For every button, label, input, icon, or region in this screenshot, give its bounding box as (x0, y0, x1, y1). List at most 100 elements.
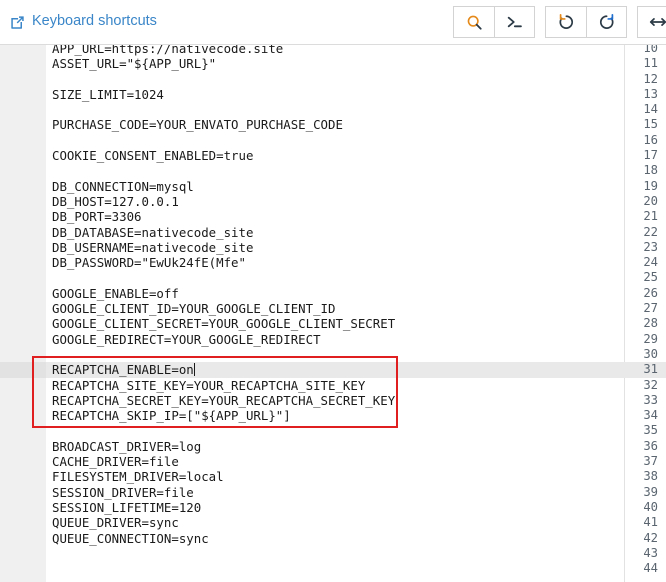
line-number-cell (0, 408, 46, 423)
code-text: BROADCAST_DRIVER=log (52, 439, 201, 454)
line-number: 27 (643, 301, 658, 316)
wrap-button[interactable] (637, 6, 666, 38)
line-number: 23 (643, 240, 658, 255)
code-line[interactable]: 11ASSET_URL="${APP_URL}" (0, 56, 666, 71)
code-line[interactable]: 25 (0, 270, 666, 285)
keyboard-shortcuts-link[interactable]: Keyboard shortcuts (10, 11, 157, 31)
code-editor[interactable]: 10 APP_URL=https://nativecode.site11ASSET… (0, 45, 666, 582)
line-number-cell (0, 117, 46, 132)
code-text: GOOGLE_CLIENT_ID=YOUR_GOOGLE_CLIENT_ID (52, 301, 335, 316)
code-line[interactable]: 14 (0, 102, 666, 117)
line-number-cell (0, 454, 46, 469)
code-line[interactable]: 24 DB_PASSWORD="EwUk24fE(Mfe" (0, 255, 666, 270)
code-text: CACHE_DRIVER=file (52, 454, 179, 469)
code-editor-page: Keyboard shortcuts (0, 0, 666, 582)
undo-icon (557, 13, 575, 31)
line-number: 44 (643, 561, 658, 576)
code-text: QUEUE_CONNECTION=sync (52, 531, 209, 546)
redo-icon (598, 13, 616, 31)
code-text: RECAPTCHA_ENABLE=on (52, 362, 195, 377)
code-line[interactable]: 37CACHE_DRIVER=file (0, 454, 666, 469)
code-line[interactable]: 38FILESYSTEM_DRIVER=local (0, 469, 666, 484)
search-button[interactable] (453, 6, 494, 38)
console-button[interactable] (494, 6, 535, 38)
line-number: 43 (643, 546, 658, 561)
line-number-cell (0, 515, 46, 530)
arrows-horizontal-icon (648, 15, 666, 29)
line-number-cell (0, 45, 46, 56)
code-line[interactable]: 35 (0, 423, 666, 438)
code-line[interactable]: 26GOOGLE_ENABLE=off (0, 286, 666, 301)
line-number-cell (0, 102, 46, 117)
line-number: 21 (643, 209, 658, 224)
line-number: 19 (643, 179, 658, 194)
line-number-cell (0, 316, 46, 331)
code-line[interactable]: 42 QUEUE_CONNECTION=sync (0, 531, 666, 546)
code-line[interactable]: 31 RECAPTCHA_ENABLE=on (0, 362, 666, 377)
code-line[interactable]: 43 (0, 546, 666, 561)
code-line[interactable]: 27 GOOGLE_CLIENT_ID=YOUR_GOOGLE_CLIENT_ID (0, 301, 666, 316)
line-number: 28 (643, 316, 658, 331)
code-line[interactable]: 19DB_CONNECTION=mysql (0, 179, 666, 194)
code-line[interactable]: 15 PURCHASE_CODE=YOUR_ENVATO_PURCHASE_COD… (0, 117, 666, 132)
undo-button[interactable] (545, 6, 586, 38)
text-cursor (194, 363, 195, 376)
line-number: 32 (643, 378, 658, 393)
code-line[interactable]: 30 (0, 347, 666, 362)
line-number: 42 (643, 531, 658, 546)
line-number-cell (0, 87, 46, 102)
code-text: RECAPTCHA_SKIP_IP=["${APP_URL}"] (52, 408, 291, 423)
code-line[interactable]: 44 (0, 561, 666, 576)
code-line[interactable]: 41QUEUE_DRIVER=sync (0, 515, 666, 530)
code-line[interactable]: 34RECAPTCHA_SKIP_IP=["${APP_URL}"] (0, 408, 666, 423)
code-line[interactable]: 40 SESSION_LIFETIME=120 (0, 500, 666, 515)
code-line[interactable]: 10 APP_URL=https://nativecode.site (0, 45, 666, 56)
code-text: DB_PORT=3306 (52, 209, 142, 224)
line-number: 18 (643, 163, 658, 178)
line-number: 15 (643, 117, 658, 132)
line-number-cell (0, 270, 46, 285)
code-text: GOOGLE_CLIENT_SECRET=YOUR_GOOGLE_CLIENT_… (52, 316, 395, 331)
code-line[interactable]: 22DB_DATABASE=nativecode_site (0, 225, 666, 240)
code-line[interactable]: 21 DB_PORT=3306 (0, 209, 666, 224)
code-line[interactable]: 28 GOOGLE_CLIENT_SECRET=YOUR_GOOGLE_CLIEN… (0, 316, 666, 331)
line-number-cell (0, 286, 46, 301)
code-line[interactable]: 36 BROADCAST_DRIVER=log (0, 439, 666, 454)
line-number: 24 (643, 255, 658, 270)
line-number: 10 (643, 45, 658, 56)
code-line[interactable]: 12 (0, 72, 666, 87)
code-line[interactable]: 13SIZE_LIMIT=1024 (0, 87, 666, 102)
line-number-cell (0, 561, 46, 576)
code-text: SESSION_LIFETIME=120 (52, 500, 201, 515)
code-text: DB_PASSWORD="EwUk24fE(Mfe" (52, 255, 246, 270)
code-text: FILESYSTEM_DRIVER=local (52, 469, 224, 484)
code-line[interactable]: 39SESSION_DRIVER=file (0, 485, 666, 500)
line-number: 31 (643, 362, 658, 377)
code-line[interactable]: 32RECAPTCHA_SITE_KEY=YOUR_RECAPTCHA_SITE… (0, 378, 666, 393)
line-number: 36 (643, 439, 658, 454)
redo-button[interactable] (586, 6, 627, 38)
line-number: 40 (643, 500, 658, 515)
code-line[interactable]: 18 (0, 163, 666, 178)
line-number: 29 (643, 332, 658, 347)
code-line[interactable]: 16 (0, 133, 666, 148)
code-text: GOOGLE_ENABLE=off (52, 286, 179, 301)
line-number: 25 (643, 270, 658, 285)
code-text: DB_HOST=127.0.0.1 (52, 194, 179, 209)
line-number-cell (0, 439, 46, 454)
code-line[interactable]: 23DB_USERNAME=nativecode_site (0, 240, 666, 255)
editor-toolbar: Keyboard shortcuts (0, 0, 666, 45)
search-icon (466, 14, 483, 31)
line-number-cell (0, 179, 46, 194)
code-lines[interactable]: 10 APP_URL=https://nativecode.site11ASSET… (0, 45, 666, 576)
line-number-cell (0, 423, 46, 438)
code-line[interactable]: 33RECAPTCHA_SECRET_KEY=YOUR_RECAPTCHA_SE… (0, 393, 666, 408)
code-text: APP_URL=https://nativecode.site (52, 45, 283, 56)
line-number: 17 (643, 148, 658, 163)
code-line[interactable]: 17COOKIE_CONSENT_ENABLED=true (0, 148, 666, 163)
code-text: PURCHASE_CODE=YOUR_ENVATO_PURCHASE_CODE (52, 117, 343, 132)
code-line[interactable]: 29GOOGLE_REDIRECT=YOUR_GOOGLE_REDIRECT (0, 332, 666, 347)
code-line[interactable]: 20DB_HOST=127.0.0.1 (0, 194, 666, 209)
line-number-cell (0, 209, 46, 224)
code-text: RECAPTCHA_SECRET_KEY=YOUR_RECAPTCHA_SECR… (52, 393, 395, 408)
